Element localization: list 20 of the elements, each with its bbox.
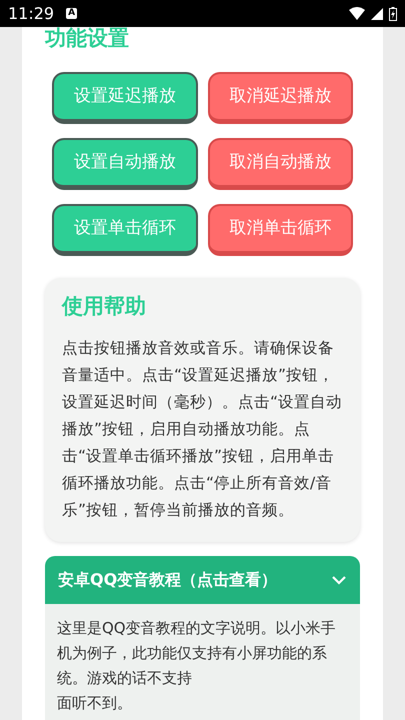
wifi-icon [349,7,365,20]
notification-icon: A [66,8,78,19]
tutorial-text-line: 面听不到。 [57,693,133,714]
accordion-header[interactable]: 安卓QQ变音教程（点击查看） [45,556,360,604]
action-button[interactable]: 设置单击循环 [52,204,198,256]
tutorial-text-line: 这里是QQ变音教程的文字说明。以小米手 [57,618,337,639]
battery-icon [389,6,397,20]
signal-icon [371,8,383,20]
action-button[interactable]: 取消单击循环 [208,204,353,256]
chevron-icon [331,575,347,585]
action-button[interactable]: 取消自动播放 [208,138,353,190]
status-time: 11:29 [8,2,54,24]
tutorial-text-line: 机为例子，此功能仅支持有小屏功能的系 [57,643,328,664]
tutorial-text-line: 统。游戏的话不支持 [57,668,193,689]
section-title: 功能设置 [45,28,130,49]
help-title: 使用帮助 [62,296,147,317]
help-text: 点击按钮播放音效或音乐。请确保设备音量适中。点击“设置延迟播放”按钮，设置延迟时间（毫秒）。点击“设置自动播放”按钮，启用自动播放功能。点击“设置单击循环播放”按钮，启用单击循环播放功能。点击“停止所有音效/音乐”按钮，暂停当前播放的音频。 [62,338,344,521]
action-button[interactable]: 取消延迟播放 [208,72,353,124]
action-button[interactable]: 设置自动播放 [52,138,198,190]
action-button[interactable]: 设置延迟播放 [52,72,198,124]
